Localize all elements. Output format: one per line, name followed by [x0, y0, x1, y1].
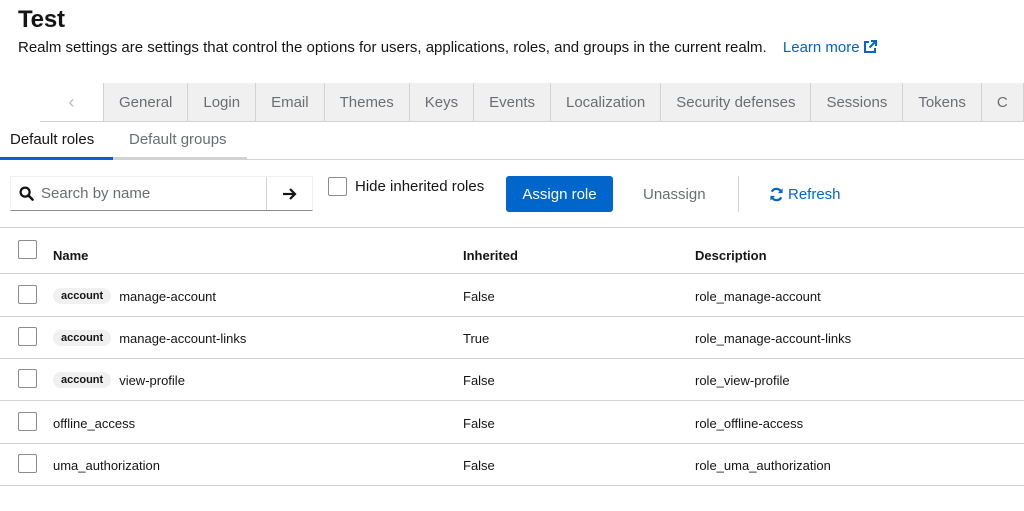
subtab-default-groups[interactable]: Default groups: [113, 122, 247, 160]
client-badge: account: [53, 372, 112, 388]
table-row: offline_access False role_offline-access: [0, 402, 1024, 444]
chevron-left-icon: ‹: [68, 91, 75, 112]
tab-events[interactable]: Events: [474, 83, 551, 121]
description-cell: role_manage-account: [695, 288, 821, 304]
row-checkbox[interactable]: [18, 412, 37, 431]
select-all-checkbox[interactable]: [18, 240, 37, 259]
tab-general[interactable]: General: [104, 83, 189, 121]
column-header-name[interactable]: Name: [53, 248, 88, 263]
table-row: account view-profile False role_view-prof…: [0, 359, 1024, 401]
refresh-label: Refresh: [788, 185, 841, 203]
page-subtitle: Realm settings are settings that control…: [18, 39, 877, 56]
inherited-cell: False: [463, 288, 495, 304]
inherited-cell: False: [463, 415, 495, 431]
row-checkbox[interactable]: [18, 327, 37, 346]
role-name-cell: account manage-account: [53, 275, 216, 317]
page-title: Test: [18, 6, 65, 33]
inherited-cell: False: [463, 457, 495, 473]
description-cell: role_offline-access: [695, 415, 804, 431]
role-name: offline_access: [53, 415, 136, 431]
tab-keys[interactable]: Keys: [409, 83, 475, 121]
row-checkbox[interactable]: [18, 454, 37, 473]
external-link-icon: [863, 40, 877, 53]
refresh-button[interactable]: Refresh: [769, 176, 841, 212]
subtab-default-roles[interactable]: Default roles: [0, 122, 113, 160]
page-description: Realm settings are settings that control…: [18, 39, 767, 56]
inherited-cell: True: [463, 330, 490, 346]
user-registration-subtabs: Default roles Default groups: [0, 122, 1024, 160]
tab-localization[interactable]: Localization: [551, 83, 662, 121]
hide-inherited-checkbox[interactable]: [328, 177, 347, 196]
role-name: manage-account: [119, 288, 217, 304]
search-box: [10, 176, 313, 211]
learn-more-link[interactable]: Learn more: [783, 39, 877, 56]
arrow-right-icon: [282, 187, 297, 200]
role-name: uma_authorization: [53, 457, 160, 473]
search-icon: [11, 177, 41, 210]
client-badge: account: [53, 330, 112, 346]
inherited-cell: False: [463, 372, 495, 388]
tab-security-defenses[interactable]: Security defenses: [661, 83, 812, 121]
assign-role-button[interactable]: Assign role: [506, 176, 613, 212]
description-cell: role_manage-account-links: [695, 330, 852, 346]
client-badge: account: [53, 288, 112, 304]
tab-email[interactable]: Email: [256, 83, 325, 121]
tab-sessions[interactable]: Sessions: [811, 83, 904, 121]
tab-login[interactable]: Login: [188, 83, 257, 121]
toolbar-divider: [738, 176, 739, 212]
tabs-scroll-left-button[interactable]: ‹: [40, 83, 104, 121]
tab-tokens[interactable]: Tokens: [903, 83, 982, 121]
tab-client-policies[interactable]: C: [981, 83, 1024, 121]
refresh-icon: [770, 187, 783, 201]
role-name: manage-account-links: [119, 330, 247, 346]
description-cell: role_view-profile: [695, 372, 790, 388]
row-checkbox[interactable]: [18, 285, 37, 304]
hide-inherited-label: Hide inherited roles: [355, 178, 485, 195]
role-name-cell: account view-profile: [53, 359, 185, 401]
search-input[interactable]: [41, 177, 266, 210]
table-header: Name Inherited Description: [0, 228, 1024, 274]
table-row: account manage-account False role_manage-…: [0, 275, 1024, 317]
column-header-inherited: Inherited: [463, 248, 518, 263]
hide-inherited-toggle[interactable]: Hide inherited roles: [328, 177, 484, 196]
unassign-button[interactable]: Unassign: [643, 176, 706, 212]
table-row: uma_authorization False role_uma_authori…: [0, 444, 1024, 486]
role-name-cell: account manage-account-links: [53, 317, 246, 359]
row-checkbox[interactable]: [18, 369, 37, 388]
learn-more-label: Learn more: [782, 39, 860, 56]
realm-settings-tabs: ‹ General Login Email Themes Keys Events…: [40, 83, 1024, 122]
description-cell: role_uma_authorization: [695, 457, 831, 473]
table-row: account manage-account-links True role_ma…: [0, 317, 1024, 359]
column-header-description: Description: [695, 248, 767, 263]
search-submit-button[interactable]: [266, 177, 312, 210]
tab-themes[interactable]: Themes: [324, 83, 410, 121]
role-name: view-profile: [119, 372, 185, 388]
role-name-cell: uma_authorization: [53, 444, 160, 486]
role-name-cell: offline_access: [53, 402, 135, 444]
tab-list: General Login Email Themes Keys Events L…: [104, 83, 1024, 121]
